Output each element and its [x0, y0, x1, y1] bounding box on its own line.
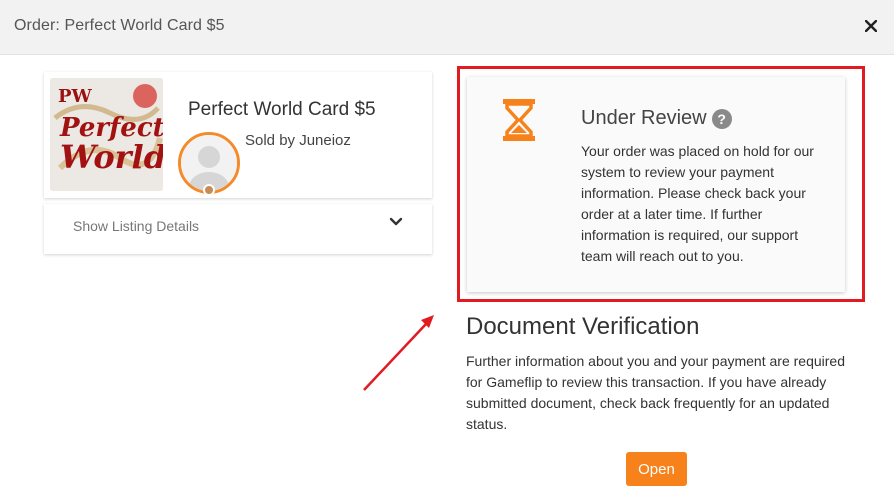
svg-text:World: World: [60, 138, 163, 176]
product-name: Perfect World Card $5: [188, 99, 376, 120]
listing-details-label: Show Listing Details: [73, 218, 200, 234]
review-message: Your order was placed on hold for our sy…: [581, 143, 814, 264]
modal-header: Order: Perfect World Card $5: [0, 0, 894, 55]
help-icon[interactable]: ?: [711, 108, 732, 129]
order-modal: Order: Perfect World Card $5 PW Perfect …: [0, 0, 894, 501]
product-thumbnail: PW Perfect World: [50, 78, 163, 191]
close-button[interactable]: [862, 17, 880, 35]
document-verification-message: Further information about you and your p…: [466, 353, 845, 432]
hourglass-icon: [503, 99, 535, 141]
review-title: Under Review ?: [581, 107, 732, 130]
modal-title: Order: Perfect World Card $5: [14, 17, 225, 34]
perfect-world-logo: PW Perfect World: [50, 78, 163, 191]
seller-badge-icon: [203, 184, 215, 196]
avatar-icon: [181, 135, 237, 191]
chevron-down-icon: [389, 217, 403, 226]
document-verification-title: Document Verification: [466, 313, 700, 340]
open-button[interactable]: Open: [626, 452, 687, 486]
listing-details-toggle[interactable]: Show Listing Details: [44, 204, 432, 254]
seller-label[interactable]: Sold by Juneioz: [245, 132, 351, 149]
close-icon: [865, 20, 877, 32]
svg-text:PW: PW: [58, 86, 93, 107]
review-status-card: Under Review ? Your order was placed on …: [467, 77, 845, 292]
product-card: PW Perfect World Perfect World Card $5 S…: [44, 72, 432, 198]
review-title-text: Under Review: [581, 107, 707, 129]
